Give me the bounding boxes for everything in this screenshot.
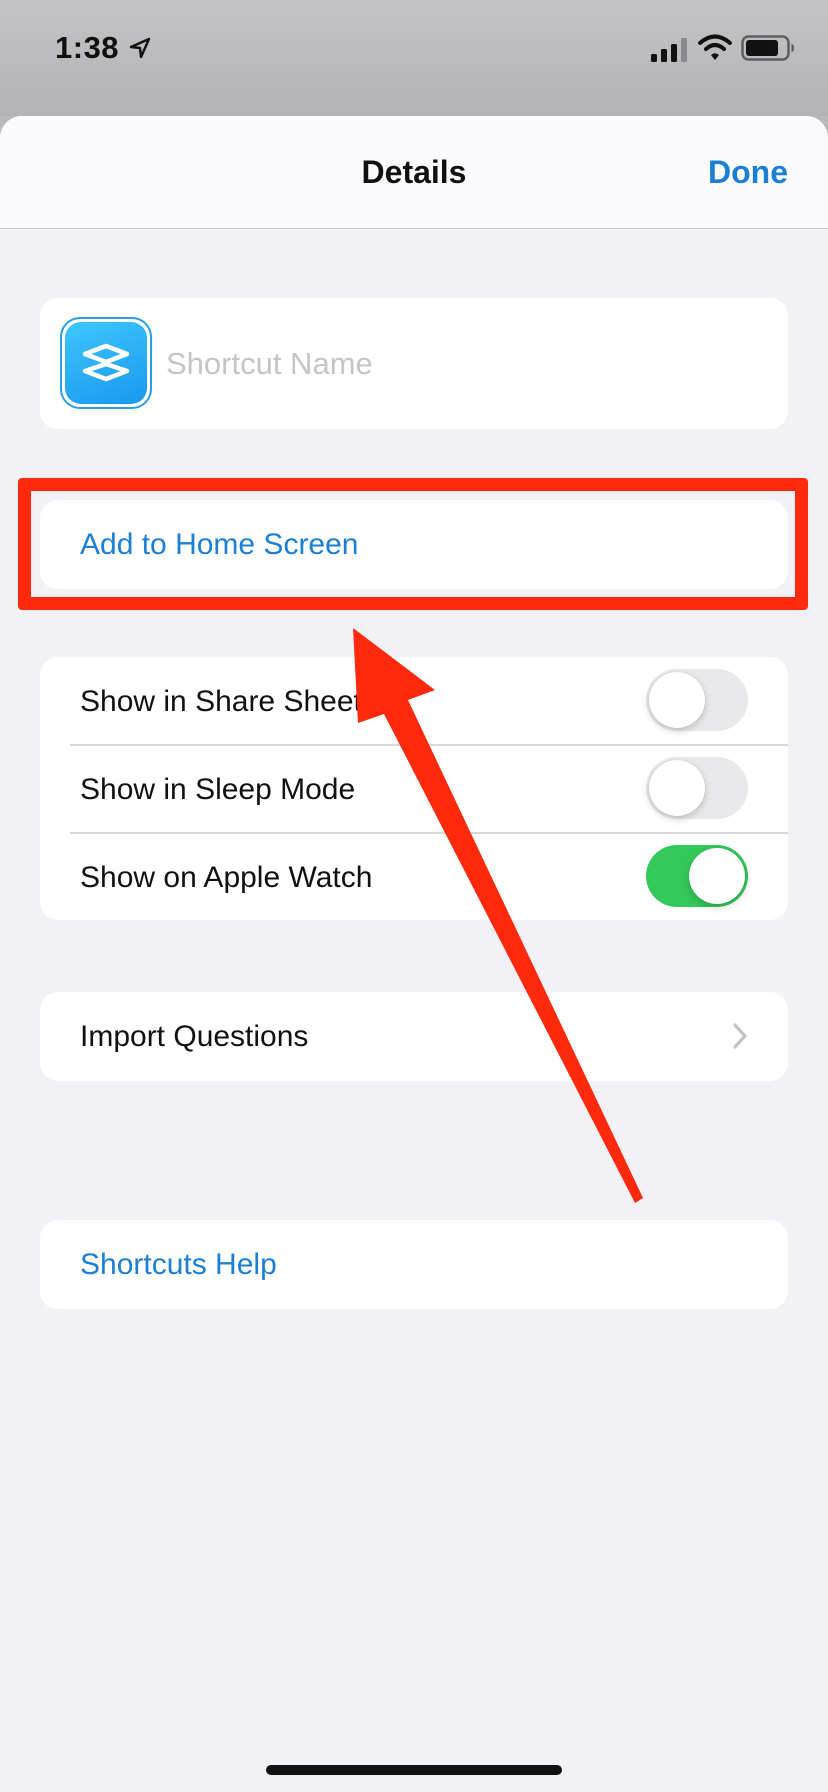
cellular-signal-icon [651,38,687,62]
add-to-home-screen-button[interactable]: Add to Home Screen [40,500,788,588]
status-bar: 1:38 [0,0,828,116]
shortcuts-help-button[interactable]: Shortcuts Help [40,1220,788,1308]
status-time: 1:38 [55,30,120,65]
add-to-home-card: Add to Home Screen [40,500,788,589]
apple-watch-label: Show on Apple Watch [80,861,373,894]
battery-icon [741,35,794,61]
nav-bar: Details Done [0,116,828,229]
shortcut-name-input[interactable] [166,344,726,384]
toggle-row-share-sheet: Show in Share Sheet [40,657,788,745]
shortcut-name-card [40,298,788,429]
shortcut-icon-button[interactable] [60,317,152,409]
shortcuts-help-card: Shortcuts Help [40,1220,788,1309]
sleep-mode-toggle[interactable] [646,757,748,819]
done-button[interactable]: Done [708,154,788,191]
toggle-row-apple-watch: Show on Apple Watch [40,833,788,920]
toggle-row-sleep-mode: Show in Sleep Mode [40,745,788,833]
import-questions-card: Import Questions [40,992,788,1081]
apple-watch-toggle[interactable] [646,845,748,907]
import-questions-label: Import Questions [80,1020,309,1053]
add-to-home-screen-label: Add to Home Screen [80,528,359,561]
location-arrow-icon [129,37,151,59]
home-indicator[interactable] [266,1765,562,1775]
wifi-icon [698,34,732,60]
share-sheet-toggle[interactable] [646,669,748,731]
import-questions-row[interactable]: Import Questions [40,992,788,1080]
page-title: Details [361,154,467,190]
shortcuts-help-label: Shortcuts Help [80,1248,277,1281]
chevron-right-icon [733,1023,747,1049]
shortcuts-app-icon [65,322,147,404]
options-card: Show in Share Sheet Show in Sleep Mode S… [40,657,788,920]
sleep-mode-label: Show in Sleep Mode [80,773,356,806]
share-sheet-label: Show in Share Sheet [80,685,362,718]
